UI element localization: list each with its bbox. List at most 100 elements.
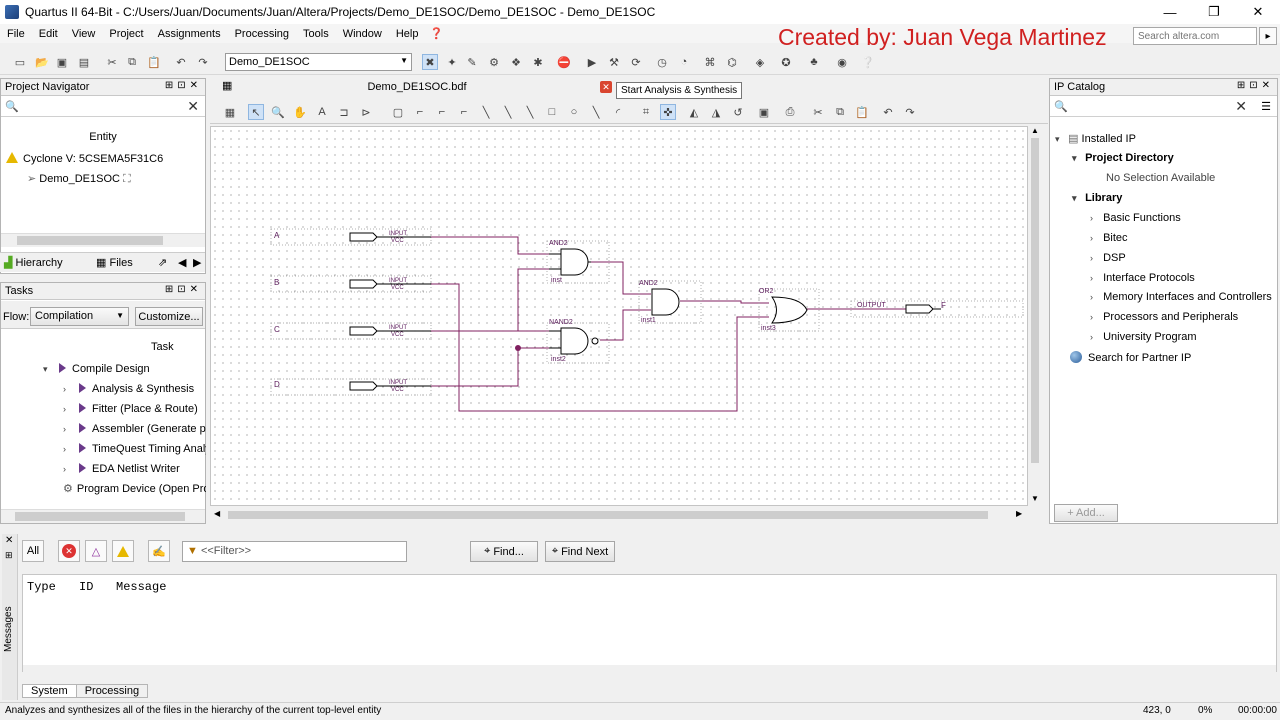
start-compilation-icon[interactable]: ▶ (584, 54, 600, 70)
pin-planner-icon[interactable]: ✦ (444, 54, 460, 70)
column-message[interactable]: Message (116, 580, 166, 594)
task-compile-design[interactable]: ▾ Compile Design (1, 363, 206, 381)
design-partition-icon[interactable]: ❖ (508, 54, 524, 70)
ip-search-field[interactable]: 🔍 ✕ ☰ (1050, 97, 1277, 117)
print-icon[interactable]: ⎙ (782, 104, 798, 120)
menu-help[interactable]: Help (389, 28, 426, 40)
partial-line-icon[interactable]: ⌗ (638, 104, 654, 120)
menu-view[interactable]: View (65, 28, 103, 40)
tasks-hscroll[interactable] (1, 509, 205, 523)
float-messages-icon[interactable]: ⊞ (5, 550, 13, 561)
canvas-vscroll[interactable]: ▲ ▼ (1028, 126, 1042, 506)
flip-vertical-icon[interactable]: ◮ (708, 104, 724, 120)
find-button[interactable]: ⌖ Find... (470, 541, 538, 562)
netlist-icon[interactable]: ✱ (530, 54, 546, 70)
diagonal-conduit-icon[interactable]: ╲ (522, 104, 538, 120)
close-document-icon[interactable]: ✕ (600, 81, 612, 93)
panel-controls[interactable]: ⊞⊡✕ (1237, 80, 1274, 91)
clear-filter-icon[interactable]: ✕ (187, 98, 199, 115)
rotate-icon[interactable]: ↺ (730, 104, 746, 120)
tree-basic-functions[interactable]: › Basic Functions (1090, 212, 1181, 224)
close-messages-icon[interactable]: ✕ (5, 535, 13, 546)
tree-project-directory[interactable]: ▾ Project Directory (1072, 152, 1174, 164)
orthogonal-bus-icon[interactable]: ⌐ (434, 104, 450, 120)
revision-select[interactable]: Demo_DE1SOC (225, 53, 412, 71)
new-file-icon[interactable]: ▭ (12, 54, 28, 70)
flow-select[interactable]: Compilation ▼ (30, 307, 129, 326)
expand-icon[interactable]: › (1090, 253, 1100, 263)
restore-button[interactable]: ❐ (1192, 0, 1236, 24)
cut-icon[interactable]: ✂ (104, 54, 120, 70)
or-gate[interactable] (771, 296, 808, 324)
task-column-header[interactable]: Task (151, 341, 174, 353)
transceiver-icon[interactable]: ♣ (806, 54, 822, 70)
tab-demo-bdf[interactable]: Demo_DE1SOC.bdf (222, 78, 612, 96)
bdf-copy-icon[interactable]: ⧉ (832, 104, 848, 120)
critical-warning-filter-icon[interactable]: △ (85, 540, 107, 562)
column-id[interactable]: ID (79, 580, 93, 594)
tree-memory-interfaces[interactable]: › Memory Interfaces and Controllers (1090, 291, 1272, 303)
menu-file[interactable]: File (0, 28, 32, 40)
scroll-down-icon[interactable]: ▼ (1031, 494, 1039, 503)
copy-icon[interactable]: ⧉ (124, 54, 140, 70)
redo-icon[interactable]: ↷ (195, 54, 211, 70)
column-type[interactable]: Type (27, 580, 56, 594)
and-gate[interactable] (560, 248, 589, 276)
undo-icon[interactable]: ↶ (173, 54, 189, 70)
flip-horizontal-icon[interactable]: ◭ (686, 104, 702, 120)
hand-tool-icon[interactable]: ✋ (292, 104, 308, 120)
scroll-up-icon[interactable]: ▲ (1031, 126, 1039, 135)
device-row[interactable]: Cyclone V: 5CSEMA5F31C6 (6, 152, 163, 165)
help-topics-icon[interactable]: ◉ (834, 54, 850, 70)
paste-icon[interactable]: 📋 (146, 54, 162, 70)
menu-project[interactable]: Project (102, 28, 150, 40)
and-gate-2[interactable] (651, 288, 680, 316)
expand-icon[interactable]: › (63, 444, 73, 454)
start-analysis-synthesis-icon[interactable]: ⚒ (606, 54, 622, 70)
collapse-icon[interactable]: ▾ (1072, 153, 1082, 164)
task-fitter[interactable]: › Fitter (Place & Route) (1, 403, 206, 421)
tab-scroll-right-icon[interactable]: ▶ (193, 256, 201, 269)
scroll-right-icon[interactable]: ▶ (1016, 509, 1022, 518)
task-timequest[interactable]: ›TimeQuest Timing Analysis (1, 443, 206, 461)
task-assembler[interactable]: ›Assembler (Generate programming files) (1, 423, 206, 441)
tab-hierarchy[interactable]: ▟ Hierarchy (4, 256, 63, 269)
symbol-tool-icon[interactable]: ⊐ (336, 104, 352, 120)
arc-tool-icon[interactable]: ◜ (610, 104, 626, 120)
entity-column-header[interactable]: Entity (1, 131, 205, 143)
tree-interface-protocols[interactable]: › Interface Protocols (1090, 272, 1195, 284)
design-units-tab-icon[interactable]: ⇗ (158, 256, 167, 269)
expand-icon[interactable]: › (1090, 292, 1100, 302)
menu-processing[interactable]: Processing (228, 28, 296, 40)
altera-search-input[interactable] (1133, 27, 1257, 45)
all-messages-toggle[interactable]: All (22, 540, 44, 562)
selection-tool-icon[interactable]: ↖ (248, 104, 264, 120)
stop-processing-icon[interactable]: ⛔ (556, 54, 572, 70)
bdf-paste-icon[interactable]: 📋 (854, 104, 870, 120)
task-program-device[interactable]: ⚙Program Device (Open Programmer) (1, 482, 206, 500)
timequest-icon[interactable]: ◷ (654, 54, 670, 70)
tab-system[interactable]: System (22, 684, 77, 698)
conduit-icon[interactable]: ⌐ (456, 104, 472, 120)
tab-scroll-left-icon[interactable]: ◀ (178, 256, 186, 269)
diagonal-node-icon[interactable]: ╲ (478, 104, 494, 120)
save-icon[interactable]: ▣ (54, 54, 70, 70)
close-window-button[interactable]: ✕ (1236, 0, 1280, 24)
task-eda-netlist[interactable]: › EDA Netlist Writer (1, 463, 206, 481)
message-filter-input[interactable]: ▼ <<Filter>> (182, 541, 407, 562)
panel-controls[interactable]: ⊞⊡✕ (165, 284, 202, 295)
line-tool-icon[interactable]: ╲ (588, 104, 604, 120)
tree-university-program[interactable]: › University Program (1090, 331, 1197, 343)
search-go-icon[interactable]: ▸ (1259, 27, 1277, 45)
warning-filter-icon[interactable] (112, 540, 134, 562)
pin-tool-icon[interactable]: ⊳ (358, 104, 374, 120)
start-fitter-icon[interactable]: ⟳ (628, 54, 644, 70)
tree-processors-peripherals[interactable]: › Processors and Peripherals (1090, 311, 1238, 323)
add-ip-button[interactable]: + Add... (1054, 504, 1118, 522)
expand-icon[interactable]: › (1090, 213, 1100, 223)
signaltap-icon[interactable]: ✪ (778, 54, 794, 70)
bdf-save-icon[interactable]: ▣ (756, 104, 772, 120)
expand-icon[interactable]: › (63, 464, 73, 474)
whats-this-icon[interactable]: ❔ (860, 54, 876, 70)
task-analysis-synthesis[interactable]: › Analysis & Synthesis (1, 383, 206, 401)
